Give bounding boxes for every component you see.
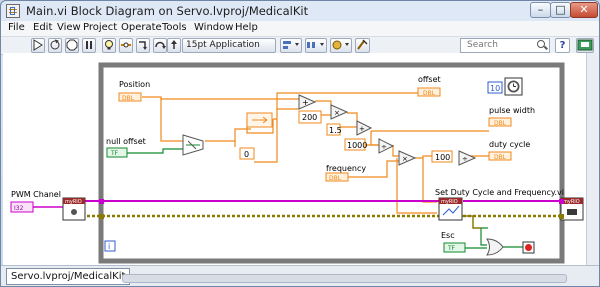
- pwm-open-vi[interactable]: myRIO: [62, 197, 86, 221]
- block-diagram-canvas[interactable]: Position DBL null offset TF 0 + × + ÷ × …: [3, 53, 586, 265]
- run-arrow-icon[interactable]: [31, 38, 45, 53]
- add-node-2[interactable]: +: [356, 120, 373, 136]
- highlight-execution-icon[interactable]: [102, 38, 116, 53]
- step-over-icon[interactable]: [153, 38, 167, 53]
- pwm-channel-label: PWM Chanel: [11, 190, 61, 199]
- svg-text:÷: ÷: [462, 155, 468, 163]
- menu-edit[interactable]: Edit: [33, 22, 52, 33]
- select-node[interactable]: [182, 134, 204, 156]
- svg-text:×: ×: [402, 155, 408, 163]
- font-select[interactable]: 15pt Application Font: [182, 38, 276, 53]
- menu-operate[interactable]: Operate: [121, 22, 162, 33]
- menu-tools[interactable]: Tools: [162, 22, 187, 33]
- distribute-objects-icon[interactable]: [305, 38, 327, 53]
- step-into-icon[interactable]: [136, 38, 150, 53]
- multiply-node-2[interactable]: ×: [398, 150, 417, 166]
- close-button[interactable]: ✕: [570, 2, 598, 18]
- menu-project[interactable]: Project: [83, 22, 117, 33]
- svg-text:myRIO: myRIO: [563, 199, 580, 205]
- block-diagram-app-icon: [6, 4, 20, 18]
- iteration-terminal-label: i: [108, 242, 110, 251]
- error-input-tunnel: [99, 214, 104, 219]
- context-help-icon[interactable]: ?: [555, 38, 570, 53]
- svg-text:+: +: [359, 125, 365, 133]
- pwm-close-vi[interactable]: myRIO: [560, 197, 584, 221]
- set-duty-cycle-label: Set Duty Cycle and Frequency.vi: [435, 188, 564, 197]
- constant-zero-value: 0: [244, 150, 249, 159]
- stop-condition-terminal[interactable]: [522, 241, 535, 254]
- null-offset-label: null offset: [106, 137, 146, 146]
- pwm-channel-type: I32: [14, 205, 24, 212]
- svg-text:+: +: [302, 98, 309, 107]
- error-output-tunnel: [559, 214, 564, 219]
- add-node[interactable]: +: [298, 94, 317, 110]
- multiply-node[interactable]: ×: [330, 104, 349, 120]
- constant-100-value: 100: [435, 153, 450, 162]
- retain-wire-values-icon[interactable]: [119, 38, 133, 53]
- step-out-icon[interactable]: [167, 38, 181, 53]
- svg-text:myRIO: myRIO: [441, 199, 458, 205]
- diagram-svg: Position DBL null offset TF 0 + × + ÷ × …: [10, 62, 584, 264]
- clean-up-diagram-icon[interactable]: [355, 38, 370, 53]
- status-bar: Servo.lvproj/MedicalKit: [1, 265, 599, 286]
- status-wire: [462, 215, 481, 229]
- position-type: DBL: [122, 95, 135, 102]
- position-label: Position: [119, 80, 150, 89]
- menu-file[interactable]: File: [8, 22, 25, 33]
- vertical-scrollbar[interactable]: [586, 53, 599, 265]
- pwm-input-tunnel: [99, 199, 104, 204]
- wait-ms-icon[interactable]: [504, 77, 523, 96]
- pause-icon[interactable]: [82, 38, 96, 53]
- frequency-type: DBL: [329, 175, 342, 182]
- duty-cycle-type: DBL: [494, 154, 507, 161]
- horizontal-scrollbar[interactable]: [122, 274, 567, 283]
- menu-view[interactable]: View: [57, 22, 81, 33]
- reorder-icon[interactable]: [330, 38, 352, 53]
- search-icon[interactable]: [537, 40, 545, 48]
- menu-help[interactable]: Help: [235, 22, 258, 33]
- constant-1-5-value: 1.5: [329, 126, 342, 135]
- while-loop-frame[interactable]: [98, 62, 565, 264]
- offset-type: DBL: [423, 90, 436, 97]
- duty-cycle-label: duty cycle: [489, 140, 530, 149]
- null-offset-type: TF: [110, 150, 119, 157]
- svg-text:myRIO: myRIO: [65, 199, 82, 205]
- wait-constant-value: 10: [490, 84, 500, 93]
- constant-200-value: 200: [302, 113, 317, 122]
- constant-1000-value: 1000: [347, 141, 367, 150]
- run-continuously-icon[interactable]: [48, 38, 62, 53]
- or-node[interactable]: [486, 238, 504, 256]
- svg-text:÷: ÷: [381, 143, 387, 151]
- menu-window[interactable]: Window: [194, 22, 233, 33]
- divide-node-2[interactable]: ÷: [458, 150, 477, 166]
- offset-label: offset: [418, 75, 441, 84]
- divide-node[interactable]: ÷: [378, 138, 395, 154]
- pwm-output-tunnel: [559, 199, 564, 204]
- labview-window: Main.vi Block Diagram on Servo.lvproj/Me…: [0, 0, 600, 287]
- pulse-width-type: DBL: [494, 120, 507, 127]
- set-duty-cycle-vi[interactable]: myRIO: [438, 197, 463, 221]
- abort-icon[interactable]: [65, 38, 79, 53]
- menu-bar: File Edit View Project Operate Tools Win…: [1, 21, 599, 36]
- esc-type: TF: [447, 245, 456, 252]
- maximize-button[interactable]: □: [550, 2, 571, 18]
- project-context[interactable]: Servo.lvproj/MedicalKit: [6, 268, 131, 285]
- esc-label: Esc: [441, 231, 455, 240]
- align-objects-icon[interactable]: [280, 38, 302, 53]
- window-title: Main.vi Block Diagram on Servo.lvproj/Me…: [26, 4, 309, 18]
- minimize-button[interactable]: –: [530, 2, 551, 18]
- title-bar[interactable]: Main.vi Block Diagram on Servo.lvproj/Me…: [1, 1, 599, 21]
- pulse-width-label: pulse width: [489, 106, 535, 115]
- boolean-wires: [127, 148, 523, 249]
- svg-text:×: ×: [334, 109, 340, 117]
- vi-icon: [576, 38, 594, 53]
- frequency-label: frequency: [326, 164, 366, 173]
